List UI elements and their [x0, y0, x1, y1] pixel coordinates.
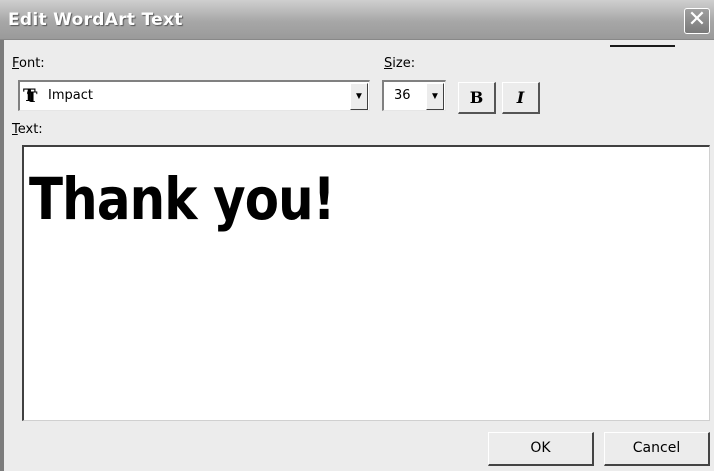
truetype-font-icon: TT	[23, 86, 38, 106]
close-icon: ✕	[687, 7, 707, 32]
wordart-text-area[interactable]: Thank you!	[22, 145, 710, 421]
text-label: Text:	[12, 122, 43, 137]
size-dropdown-button[interactable]: ▼	[426, 83, 444, 110]
font-dropdown-button[interactable]: ▼	[350, 83, 368, 110]
font-label: Font:	[12, 56, 45, 71]
italic-icon: I	[516, 88, 525, 107]
size-select[interactable]: 36 ▼	[382, 80, 446, 111]
decorative-line	[610, 45, 675, 47]
chevron-down-icon: ▼	[430, 91, 440, 102]
size-value: 36	[394, 88, 411, 103]
italic-button[interactable]: I	[502, 82, 540, 114]
title-bar[interactable]: Edit WordArt Text ✕	[0, 0, 714, 40]
close-button[interactable]: ✕	[684, 8, 710, 34]
bold-button[interactable]: B	[458, 82, 496, 114]
font-select[interactable]: TT Impact ▼	[18, 80, 370, 111]
window-left-border	[0, 40, 4, 471]
size-label: Size:	[384, 56, 416, 71]
chevron-down-icon: ▼	[354, 91, 364, 102]
window-title: Edit WordArt Text	[8, 10, 183, 30]
font-value: Impact	[48, 88, 93, 103]
wordart-text-content[interactable]: Thank you!	[29, 167, 336, 231]
bold-icon: B	[469, 88, 484, 107]
ok-button[interactable]: OK	[488, 432, 594, 466]
edit-wordart-dialog: Edit WordArt Text ✕ Font: TT Impact ▼ Si…	[0, 0, 714, 471]
cancel-button[interactable]: Cancel	[604, 432, 710, 466]
